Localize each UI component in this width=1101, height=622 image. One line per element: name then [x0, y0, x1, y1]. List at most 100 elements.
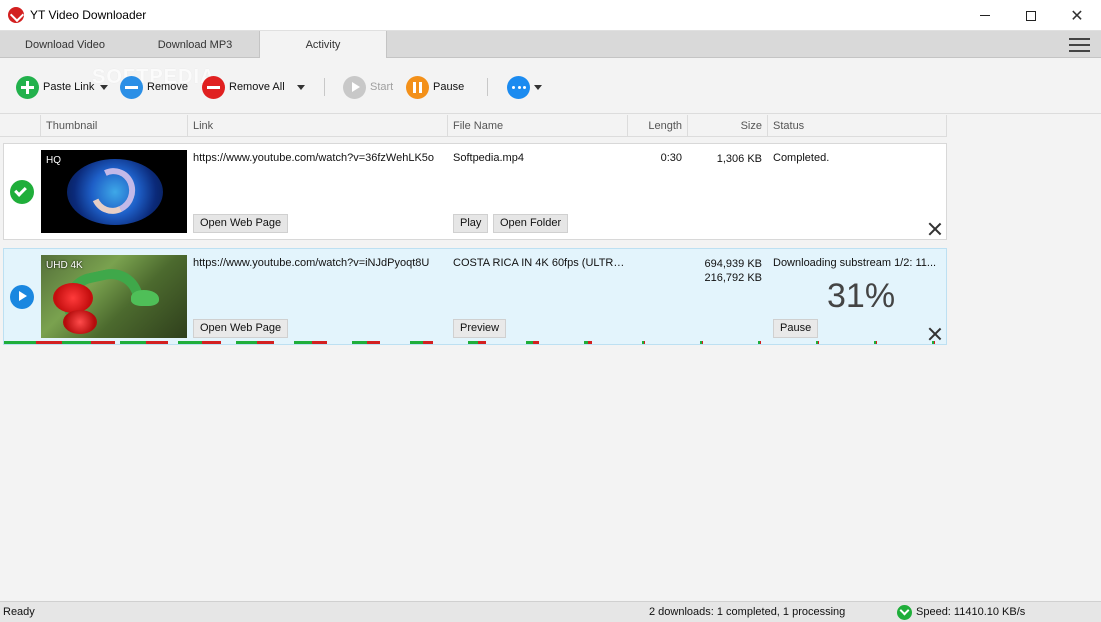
substream-chunk [257, 341, 274, 344]
pause-icon [406, 75, 429, 99]
start-label: Start [370, 81, 394, 93]
download-link: https://www.youtube.com/watch?v=iNJdPyoq… [193, 257, 430, 269]
column-header-row: Thumbnail Link File Name Length Size Sta… [0, 115, 947, 137]
video-thumbnail: UHD 4K [41, 255, 187, 338]
open-web-page-button[interactable]: Open Web Page [193, 214, 289, 233]
more-dropdown-icon [534, 84, 542, 90]
pause-button[interactable]: Pause [406, 75, 464, 99]
quality-badge: UHD 4K [46, 260, 83, 271]
remove-button[interactable]: Remove [120, 75, 188, 99]
column-thumbnail[interactable]: Thumbnail [40, 115, 188, 137]
substream-chunk [934, 341, 935, 344]
substream-chunk [36, 341, 62, 344]
substream-chunk [367, 341, 380, 344]
download-row[interactable]: UHD 4K https://www.youtube.com/watch?v=i… [3, 248, 947, 345]
download-status: Completed. [773, 152, 830, 164]
start-icon [343, 75, 366, 99]
remove-row-close-icon[interactable] [928, 222, 942, 236]
substream-chunk [91, 341, 115, 344]
pause-download-button[interactable]: Pause [773, 319, 819, 338]
column-size[interactable]: Size [687, 115, 768, 137]
remove-all-icon [202, 75, 225, 99]
column-file-name[interactable]: File Name [447, 115, 628, 137]
file-size: 1,306 KB [716, 153, 762, 165]
open-web-page-button[interactable]: Open Web Page [193, 319, 289, 338]
substream-chunk [410, 341, 423, 344]
minus-icon [120, 75, 143, 99]
substream-chunk [702, 341, 703, 344]
file-size-secondary: 216,792 KB [704, 272, 763, 284]
status-bar: Ready 2 downloads: 1 completed, 1 proces… [0, 601, 1101, 622]
more-icon [507, 75, 530, 99]
substream-chunk [178, 341, 202, 344]
download-status: Downloading substream 1/2: 11... [773, 257, 937, 269]
speed-icon [897, 605, 912, 620]
substream-chunk [312, 341, 327, 344]
download-summary: 2 downloads: 1 completed, 1 processing [649, 606, 846, 618]
tab-activity[interactable]: Activity [259, 31, 387, 59]
remove-all-button[interactable]: Remove All [202, 75, 305, 99]
remove-all-label: Remove All [229, 81, 285, 93]
substream-chunk [818, 341, 819, 344]
download-link: https://www.youtube.com/watch?v=36fzWehL… [193, 152, 435, 164]
substream-progress-bar [4, 341, 946, 344]
substream-chunk [62, 341, 91, 344]
quality-badge: HQ [46, 155, 61, 166]
file-name: COSTA RICA IN 4K 60fps (ULTRA HD) [453, 257, 625, 269]
substream-chunk [478, 341, 486, 344]
video-thumbnail: HQ [41, 150, 187, 233]
toolbar-divider [487, 78, 488, 96]
check-icon [10, 180, 34, 204]
close-window-button[interactable]: ✕ [1054, 0, 1100, 31]
download-speed: Speed: 11410.10 KB/s [916, 606, 1026, 618]
play-icon [10, 285, 34, 309]
remove-row-close-icon[interactable] [928, 327, 942, 341]
tab-download-mp3[interactable]: Download MP3 [130, 31, 260, 58]
tab-bar: Download Video Download MP3 Activity [0, 31, 1101, 59]
column-link[interactable]: Link [187, 115, 448, 137]
minimize-icon [980, 15, 990, 16]
substream-chunk [588, 341, 592, 344]
maximize-button[interactable] [1008, 0, 1054, 31]
window-title: YT Video Downloader [30, 8, 147, 22]
status-ready: Ready [3, 606, 35, 618]
pause-label: Pause [433, 81, 465, 93]
open-folder-button[interactable]: Open Folder [493, 214, 569, 233]
more-options-button[interactable] [507, 75, 542, 99]
paste-link-dropdown-icon[interactable] [100, 84, 109, 90]
substream-chunk [423, 341, 433, 344]
preview-button[interactable]: Preview [453, 319, 507, 338]
paste-link-label: Paste Link [43, 81, 95, 93]
tab-download-video[interactable]: Download Video [0, 31, 130, 58]
video-length: 0:30 [660, 152, 682, 164]
substream-chunk [146, 341, 168, 344]
download-row[interactable]: HQ https://www.youtube.com/watch?v=36fzW… [3, 143, 947, 240]
file-size: 694,939 KB 216,792 KB [688, 257, 763, 285]
maximize-icon [1026, 10, 1036, 21]
minimize-button[interactable] [962, 0, 1008, 31]
substream-chunk [236, 341, 257, 344]
column-status[interactable]: Status [767, 115, 947, 137]
substream-chunk [533, 341, 539, 344]
substream-chunk [526, 341, 533, 344]
column-length[interactable]: Length [627, 115, 688, 137]
substream-chunk [202, 341, 221, 344]
remove-all-dropdown-icon[interactable] [296, 84, 305, 90]
remove-label: Remove [147, 81, 188, 93]
substream-chunk [4, 341, 36, 344]
start-button[interactable]: Start [343, 75, 393, 99]
close-icon: ✕ [1070, 7, 1084, 25]
menu-icon[interactable] [1069, 38, 1090, 52]
paste-link-button[interactable]: Paste Link [16, 75, 109, 99]
file-name: Softpedia.mp4 [453, 152, 524, 164]
substream-chunk [760, 341, 761, 344]
play-button[interactable]: Play [453, 214, 489, 233]
substream-chunk [644, 341, 645, 344]
substream-chunk [468, 341, 478, 344]
substream-chunk [120, 341, 146, 344]
toolbar: SOFTPEDIA Paste Link Remove Remove All S… [0, 58, 1101, 114]
title-bar: YT Video Downloader ✕ [0, 0, 1101, 31]
substream-chunk [876, 341, 877, 344]
toolbar-divider [324, 78, 325, 96]
substream-chunk [294, 341, 312, 344]
